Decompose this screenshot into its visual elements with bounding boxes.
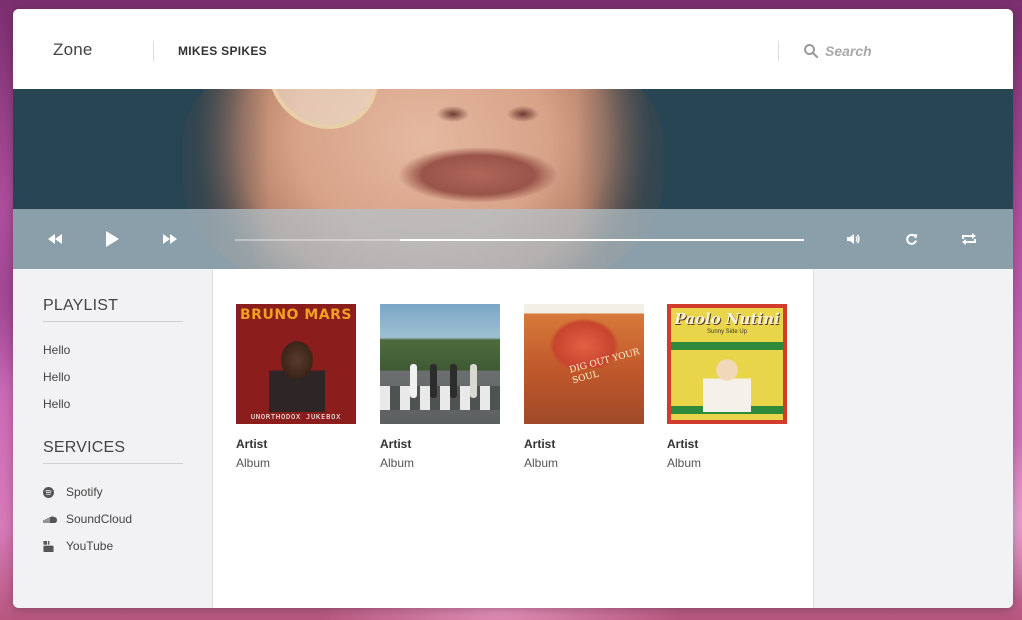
section-divider	[43, 463, 183, 464]
rewind-icon	[48, 234, 62, 244]
cover-artwork	[703, 356, 751, 412]
album-title[interactable]: Album	[524, 456, 644, 470]
album-artist[interactable]: Artist	[380, 437, 500, 451]
top-bar: Zone MIKES SPIKES	[13, 9, 1013, 89]
cover-title: Paolo Nutini	[674, 310, 780, 328]
album-title[interactable]: Album	[380, 456, 500, 470]
search-input[interactable]	[825, 41, 975, 61]
service-youtube[interactable]: YouTube	[43, 539, 113, 553]
cover-title: BRUNO MARS	[240, 307, 352, 323]
playlist-heading: PLAYLIST	[43, 297, 119, 314]
playlist-item[interactable]: Hello	[43, 397, 70, 411]
right-panel	[813, 269, 1013, 608]
album-title[interactable]: Album	[667, 456, 787, 470]
album-artist[interactable]: Artist	[667, 437, 787, 451]
fast-forward-button[interactable]	[158, 227, 182, 251]
cover-subtitle: Sunny Side Up	[706, 329, 748, 335]
album-cover[interactable]	[380, 304, 500, 424]
album-card[interactable]: DIG OUT YOUR SOUL Artist Album	[524, 304, 644, 470]
album-card[interactable]: Artist Album	[380, 304, 500, 470]
services-heading: SERVICES	[43, 439, 126, 456]
refresh-button[interactable]	[899, 227, 923, 251]
service-label: YouTube	[66, 539, 114, 553]
playlist-item[interactable]: Hello	[43, 370, 70, 384]
spotify-icon	[43, 486, 54, 498]
app-logo[interactable]: Zone	[53, 40, 93, 60]
cover-artwork	[410, 364, 417, 398]
service-label: Spotify	[66, 485, 103, 499]
cover-artwork	[470, 364, 477, 398]
album-grid: BRUNO MARS UNORTHODOX JUKEBOX Artist Alb…	[213, 269, 813, 608]
service-label: SoundCloud	[66, 512, 133, 526]
album-artist[interactable]: Artist	[236, 437, 356, 451]
cover-artwork	[450, 364, 457, 398]
header-divider	[153, 41, 154, 61]
album-title[interactable]: Album	[236, 456, 356, 470]
repeat-button[interactable]	[957, 227, 981, 251]
playlist-item[interactable]: Hello	[43, 343, 70, 357]
player-controls	[13, 209, 1013, 269]
soundcloud-icon	[43, 516, 57, 523]
seek-bar-played	[400, 239, 804, 241]
header-divider	[778, 41, 779, 61]
album-cover[interactable]: BRUNO MARS UNORTHODOX JUKEBOX	[236, 304, 356, 424]
now-playing-banner	[13, 89, 1013, 269]
fast-forward-icon	[163, 234, 177, 244]
album-card[interactable]: Paolo Nutini Sunny Side Up Artist Album	[667, 304, 787, 470]
seek-bar[interactable]	[235, 239, 804, 241]
cover-artwork	[671, 342, 783, 350]
youtube-icon	[43, 540, 54, 552]
volume-button[interactable]	[842, 227, 866, 251]
album-cover[interactable]: DIG OUT YOUR SOUL	[524, 304, 644, 424]
play-icon	[106, 231, 119, 247]
play-button[interactable]	[100, 227, 124, 251]
rewind-button[interactable]	[43, 227, 67, 251]
cover-artwork	[430, 364, 437, 398]
user-name[interactable]: MIKES SPIKES	[178, 44, 267, 58]
sidebar: PLAYLIST Hello Hello Hello SERVICES Spot…	[13, 269, 213, 608]
refresh-icon	[905, 233, 917, 245]
cover-subtitle: UNORTHODOX JUKEBOX	[250, 413, 342, 421]
app-window: Zone MIKES SPIKES Search PLAYLIST Hello …	[13, 9, 1013, 608]
search-icon[interactable]	[803, 43, 819, 59]
album-cover[interactable]: Paolo Nutini Sunny Side Up	[667, 304, 787, 424]
repeat-icon	[962, 233, 976, 245]
volume-icon	[847, 234, 860, 244]
album-artist[interactable]: Artist	[524, 437, 644, 451]
cover-artwork	[380, 386, 500, 410]
cover-artwork	[269, 332, 325, 412]
service-soundcloud[interactable]: SoundCloud	[43, 512, 132, 526]
section-divider	[43, 321, 183, 322]
album-card[interactable]: BRUNO MARS UNORTHODOX JUKEBOX Artist Alb…	[236, 304, 356, 470]
service-spotify[interactable]: Spotify	[43, 485, 103, 499]
